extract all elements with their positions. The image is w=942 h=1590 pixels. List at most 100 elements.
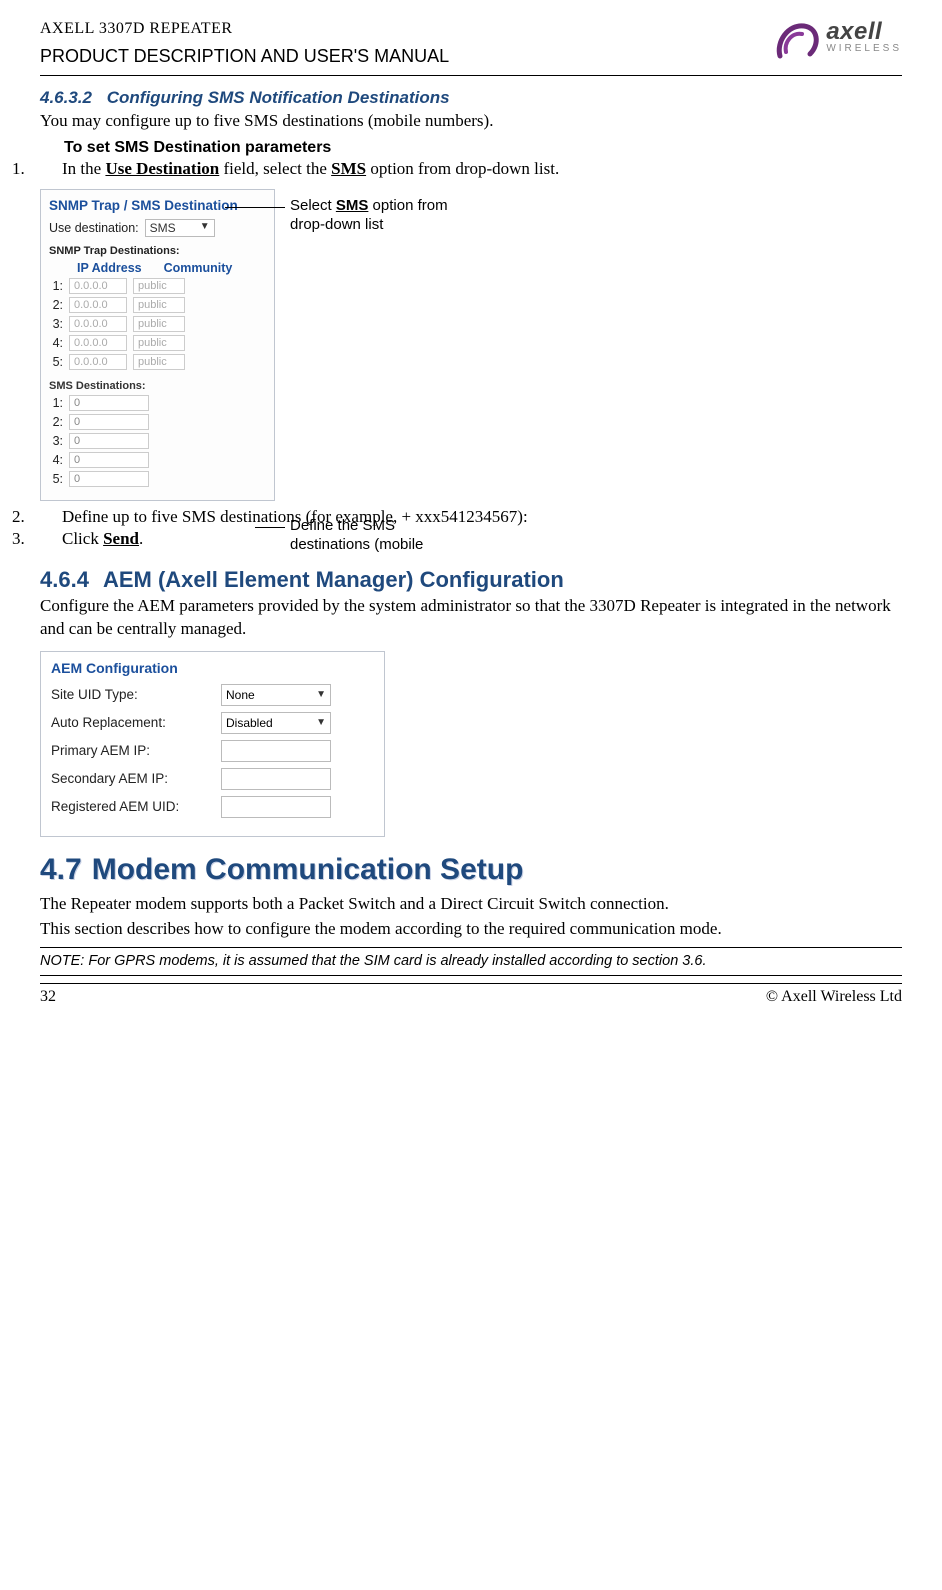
step-3: 3.Click Send. <box>40 529 902 549</box>
aem-value: None <box>226 688 255 702</box>
logo-swirl-icon <box>774 20 820 62</box>
aem-panel-title: AEM Configuration <box>51 660 374 676</box>
annot-text: option from <box>368 197 447 214</box>
aem-label: Primary AEM IP: <box>51 743 213 758</box>
step-list-cont: 2.Define up to five SMS destinations (fo… <box>40 507 902 549</box>
product-line: AXELL 3307D REPEATER <box>40 20 449 38</box>
aem-row-site-uid: Site UID Type: None▼ <box>51 684 374 706</box>
chevron-down-icon: ▼ <box>200 221 210 232</box>
page-footer: 32 © Axell Wireless Ltd <box>40 983 902 1006</box>
sms-input[interactable]: 0 <box>69 452 149 468</box>
heading-title: Configuring SMS Notification Destination… <box>107 88 450 107</box>
header-left: AXELL 3307D REPEATER PRODUCT DESCRIPTION… <box>40 20 449 67</box>
use-destination-select[interactable]: SMS ▼ <box>145 219 215 237</box>
aem-label: Registered AEM UID: <box>51 799 213 814</box>
step-list: 1.In the Use Destination field, select t… <box>40 159 902 179</box>
note-gprs: NOTE: For GPRS modems, it is assumed tha… <box>40 947 902 977</box>
logo: axell WIRELESS <box>774 20 902 62</box>
table-row: 3: 0 <box>49 433 266 449</box>
ip-input[interactable]: 0.0.0.0 <box>69 354 127 370</box>
step-1-text-c: field, select the <box>219 159 331 178</box>
table-row: 5: 0.0.0.0 public <box>49 354 266 370</box>
sms-input[interactable]: 0 <box>69 433 149 449</box>
sms-input[interactable]: 0 <box>69 414 149 430</box>
snmp-table-head: IP Address Community <box>77 261 266 275</box>
table-row: 4:0.0.0.0public <box>49 335 266 351</box>
site-uid-select[interactable]: None▼ <box>221 684 331 706</box>
heading-4-6-3-2: 4.6.3.2 Configuring SMS Notification Des… <box>40 88 902 108</box>
annotation-define-sms: Define the SMS destinations (mobile <box>290 517 423 555</box>
annot-text: Define the SMS <box>290 517 395 534</box>
sms-dest-header: SMS Destinations: <box>49 380 266 392</box>
step-3-text-a: Click <box>62 529 103 548</box>
table-row: 1:0.0.0.0public <box>49 278 266 294</box>
community-input[interactable]: public <box>133 335 185 351</box>
figure-sms-destination: SNMP Trap / SMS Destination Use destinat… <box>40 189 902 501</box>
row-num: 4: <box>49 453 63 467</box>
step-3-send: Send <box>103 529 139 548</box>
heading-4-6-4: 4.6.4 AEM (Axell Element Manager) Configu… <box>40 567 902 593</box>
heading-number: 4.7 <box>40 853 82 886</box>
step-1-text-e: option from drop-down list. <box>366 159 559 178</box>
step-3-number: 3. <box>40 529 62 549</box>
community-input[interactable]: public <box>133 297 185 313</box>
annotation-connector <box>255 527 285 528</box>
heading-number: 4.6.4 <box>40 567 89 592</box>
page-header: AXELL 3307D REPEATER PRODUCT DESCRIPTION… <box>40 20 902 67</box>
aem-row-secondary-ip: Secondary AEM IP: <box>51 768 374 790</box>
table-row: 2: 0.0.0.0 public <box>49 297 266 313</box>
col-community: Community <box>164 261 233 275</box>
primary-aem-ip-input[interactable] <box>221 740 331 762</box>
logo-brand: axell <box>826 20 902 44</box>
annot-text: destinations (mobile <box>290 536 423 553</box>
doc-title: PRODUCT DESCRIPTION AND USER'S MANUAL <box>40 46 449 67</box>
step-2: 2.Define up to five SMS destinations (fo… <box>40 507 902 527</box>
step-3-text-c: . <box>139 529 143 548</box>
aem-label: Auto Replacement: <box>51 715 213 730</box>
use-destination-value: SMS <box>150 221 176 235</box>
row-num: 2: <box>49 298 63 312</box>
aem-value: Disabled <box>226 716 273 730</box>
step-1-use-destination: Use Destination <box>105 159 219 178</box>
annot-text: Select <box>290 197 336 214</box>
table-row: 4: 0 <box>49 452 266 468</box>
community-input[interactable]: public <box>133 354 185 370</box>
heading-number: 4.6.3.2 <box>40 88 92 107</box>
sms-input[interactable]: 0 <box>69 395 149 411</box>
aem-label: Secondary AEM IP: <box>51 771 213 786</box>
table-row: 5: 0 <box>49 471 266 487</box>
step-1-sms: SMS <box>331 159 366 178</box>
ip-input[interactable]: 0.0.0.0 <box>69 297 127 313</box>
sms-input[interactable]: 0 <box>69 471 149 487</box>
annotation-select-sms: Select SMS option from drop-down list <box>290 197 448 235</box>
secondary-aem-ip-input[interactable] <box>221 768 331 790</box>
community-input[interactable]: public <box>133 278 185 294</box>
ip-input[interactable]: 0.0.0.0 <box>69 278 127 294</box>
chevron-down-icon: ▼ <box>316 717 326 728</box>
row-num: 3: <box>49 317 63 331</box>
community-input[interactable]: public <box>133 316 185 332</box>
heading-title: AEM (Axell Element Manager) Configuratio… <box>103 567 564 592</box>
ip-input[interactable]: 0.0.0.0 <box>69 316 127 332</box>
aem-row-primary-ip: Primary AEM IP: <box>51 740 374 762</box>
auto-replacement-select[interactable]: Disabled ▼ <box>221 712 331 734</box>
row-num: 5: <box>49 355 63 369</box>
copyright: © Axell Wireless Ltd <box>766 988 902 1006</box>
row-num: 3: <box>49 434 63 448</box>
row-num: 2: <box>49 415 63 429</box>
registered-aem-uid-input[interactable] <box>221 796 331 818</box>
heading-title: Modem Communication Setup <box>92 853 524 886</box>
col-ip: IP Address <box>77 261 142 275</box>
row-num: 1: <box>49 396 63 410</box>
ip-input[interactable]: 0.0.0.0 <box>69 335 127 351</box>
aem-label: Site UID Type: <box>51 687 213 702</box>
annot-text: drop-down list <box>290 216 383 233</box>
header-divider <box>40 75 902 76</box>
subhead-set-sms: To set SMS Destination parameters <box>64 139 902 157</box>
annotation-connector <box>225 207 285 208</box>
use-destination-row: Use destination: SMS ▼ <box>49 219 266 237</box>
row-num: 5: <box>49 472 63 486</box>
aem-row-registered-uid: Registered AEM UID: <box>51 796 374 818</box>
logo-text: axell WIRELESS <box>826 20 902 54</box>
step-1: 1.In the Use Destination field, select t… <box>40 159 902 179</box>
